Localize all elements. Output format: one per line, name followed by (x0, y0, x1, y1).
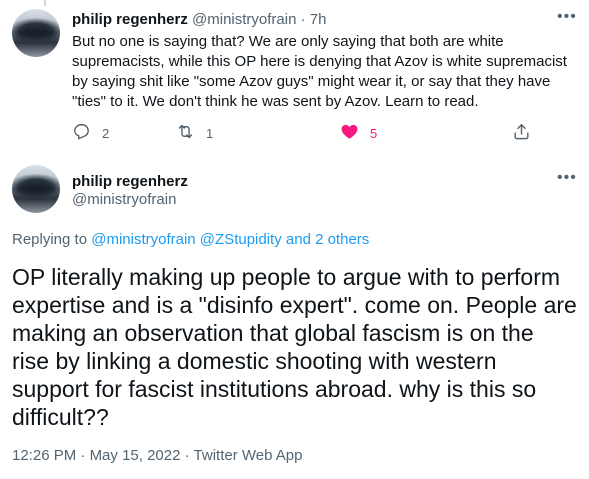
more-icon[interactable]: ••• (557, 9, 577, 25)
replying-to: Replying to @ministryofrain @ZStupidity … (12, 230, 369, 250)
header-separator: · (300, 11, 306, 28)
tweet-time[interactable]: 7h (310, 11, 327, 28)
tweet-date[interactable]: May 15, 2022 (90, 447, 181, 464)
author-name[interactable]: philip regenherz (72, 172, 188, 192)
author-handle[interactable]: @ministryofrain (72, 190, 176, 210)
like-count: 5 (370, 125, 378, 141)
tweet-time[interactable]: 12:26 PM (12, 447, 76, 464)
tweet-header: philip regenherz @ministryofrain · 7h (72, 10, 326, 30)
tweet-source[interactable]: Twitter Web App (194, 447, 303, 464)
reply-tweet[interactable]: philip regenherz @ministryofrain · 7h ••… (0, 0, 589, 160)
avatar[interactable] (12, 9, 60, 57)
author-name[interactable]: philip regenherz (72, 11, 188, 28)
reply-button[interactable]: 2 (72, 122, 109, 144)
share-icon (512, 122, 531, 144)
more-icon[interactable]: ••• (557, 170, 577, 186)
meta-separator: · (80, 447, 86, 464)
retweet-count: 1 (206, 125, 214, 141)
tweet-text: OP literally making up people to argue w… (12, 264, 577, 430)
tweet-actions: 2 1 5 (72, 122, 542, 144)
retweet-button[interactable]: 1 (176, 122, 213, 144)
tweet-text: But no one is saying that? We are only s… (72, 33, 567, 110)
reply-icon (72, 122, 91, 144)
like-button[interactable]: 5 (340, 122, 377, 144)
replying-to-label: Replying to (12, 231, 88, 248)
heart-icon (340, 122, 359, 144)
share-button[interactable] (512, 122, 531, 144)
reply-count: 2 (102, 125, 110, 141)
tweet-meta: 12:26 PM · May 15, 2022 · Twitter Web Ap… (12, 446, 303, 466)
replying-to-mentions[interactable]: @ministryofrain @ZStupidity and 2 others (91, 231, 369, 248)
meta-separator: · (184, 447, 190, 464)
retweet-icon (176, 122, 195, 144)
avatar[interactable] (12, 165, 60, 213)
author-handle[interactable]: @ministryofrain (192, 11, 296, 28)
